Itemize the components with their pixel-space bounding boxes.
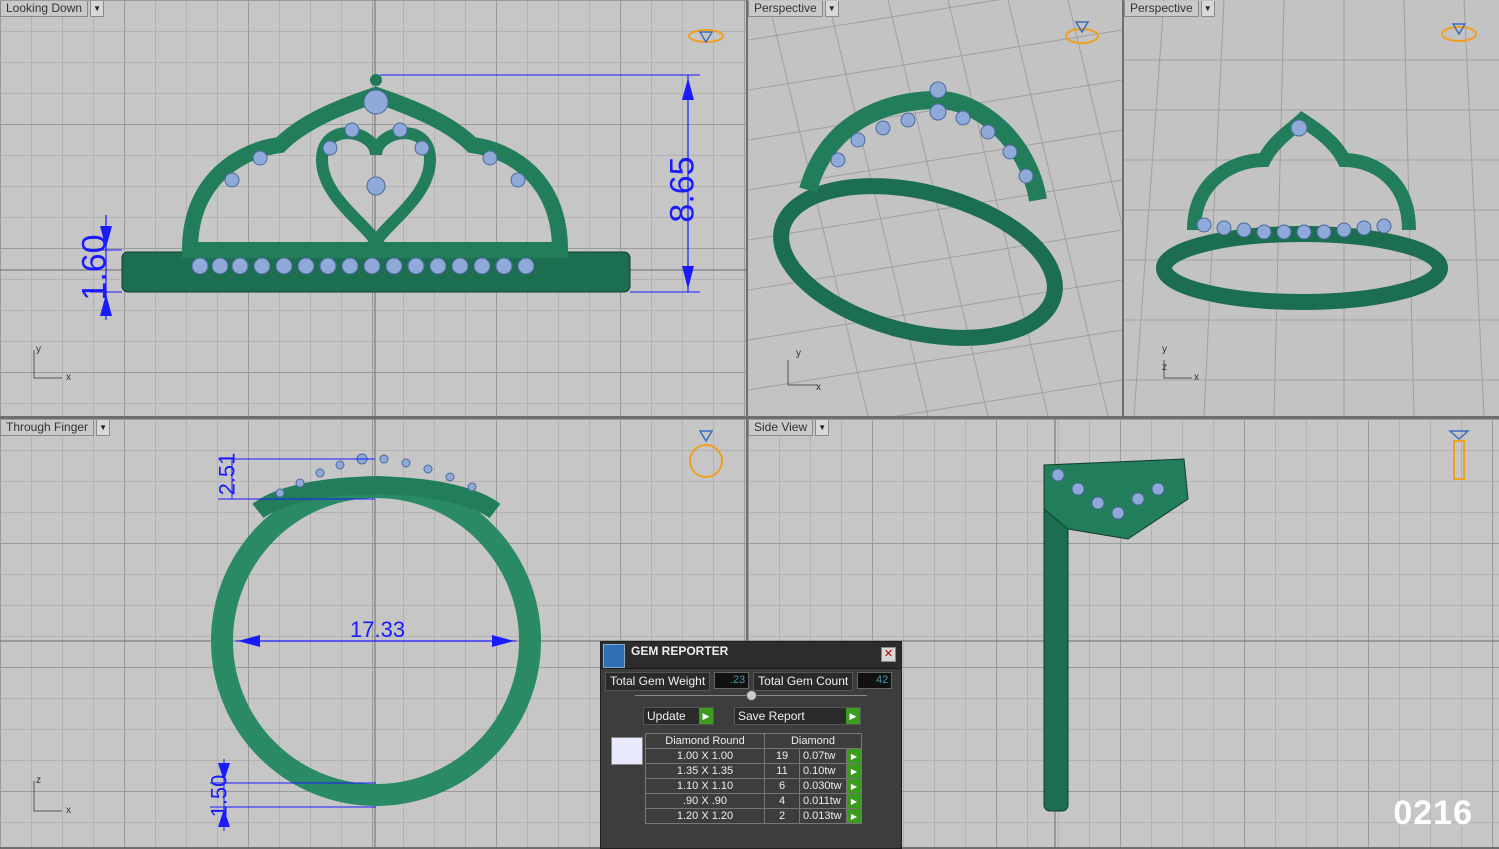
play-arrow-icon[interactable]: ▶ (846, 778, 862, 794)
total-gem-weight-value: .23 (714, 672, 750, 689)
viewport-label[interactable]: Perspective ▼ (1124, 0, 1215, 17)
axis-x-label: x (66, 805, 71, 816)
play-arrow-icon[interactable]: ▶ (846, 793, 862, 809)
total-gem-weight-label: Total Gem Weight (605, 672, 711, 691)
ring-perspective-render (748, 0, 1122, 416)
save-report-button[interactable]: Save Report ▶ (734, 707, 861, 725)
gem-size: 1.00 X 1.00 (645, 748, 765, 764)
viewport-label[interactable]: Through Finger ▼ (0, 419, 111, 436)
viewport-label[interactable]: Side View ▼ (748, 419, 830, 436)
gem-table: Diamond Round Diamond 1.00 X 1.00 19 0.0… (645, 733, 862, 824)
viewport-name: Perspective (1124, 0, 1199, 17)
chevron-down-icon[interactable]: ▼ (1200, 0, 1215, 17)
watermark: 0216 (1393, 794, 1473, 832)
table-row[interactable]: 1.35 X 1.35 11 0.10tw ▶ (645, 763, 862, 779)
dim-shank-thickness: 1.50 (206, 774, 232, 818)
viewport-name: Through Finger (0, 419, 95, 436)
play-arrow-icon[interactable]: ▶ (846, 708, 860, 724)
viewport-perspective-1[interactable]: Perspective ▼ y x (748, 0, 1122, 416)
gem-reporter-title: GEM REPORTER (631, 644, 729, 658)
viewport-label[interactable]: Looking Down ▼ (0, 0, 105, 17)
axis-y-label: y (36, 344, 41, 355)
dim-crown-height: 8.65 (663, 156, 702, 223)
col-header-material: Diamond (764, 733, 862, 749)
gem-count: 2 (764, 808, 800, 824)
axis-z-label: z (1162, 362, 1167, 373)
viewcube-icon[interactable] (686, 429, 726, 479)
gem-size: 1.35 X 1.35 (645, 763, 765, 779)
total-gem-count-value: 42 (857, 672, 893, 689)
dim-top-thickness: 2.51 (214, 452, 240, 496)
gem-reporter-logo-icon (603, 644, 625, 668)
gem-size: .90 X .90 (645, 793, 765, 809)
table-row[interactable]: 1.10 X 1.10 6 0.030tw ▶ (645, 778, 862, 794)
viewcube-icon[interactable] (686, 24, 726, 48)
viewcube-icon[interactable] (1448, 429, 1472, 483)
ring-front-render (0, 0, 746, 416)
viewport-label[interactable]: Perspective ▼ (748, 0, 839, 17)
gem-size: 1.20 X 1.20 (645, 808, 765, 824)
gem-reporter-slider-handle[interactable] (746, 690, 757, 701)
axis-x-label: x (66, 372, 71, 383)
total-gem-count-label: Total Gem Count (753, 672, 854, 691)
chevron-down-icon[interactable]: ▼ (815, 419, 830, 436)
viewcube-icon[interactable] (1062, 18, 1102, 48)
close-icon[interactable]: ✕ (881, 647, 896, 662)
col-header-shape: Diamond Round (645, 733, 765, 749)
update-button-label: Update (647, 709, 686, 723)
play-arrow-icon[interactable]: ▶ (846, 748, 862, 764)
play-arrow-icon[interactable]: ▶ (846, 808, 862, 824)
play-arrow-icon[interactable]: ▶ (699, 708, 713, 724)
gem-table-header: Diamond Round Diamond (645, 733, 862, 749)
chevron-down-icon[interactable]: ▼ (90, 0, 105, 17)
table-row[interactable]: 1.00 X 1.00 19 0.07tw ▶ (645, 748, 862, 764)
gem-weight: 0.030tw (799, 778, 847, 794)
table-row[interactable]: .90 X .90 4 0.011tw ▶ (645, 793, 862, 809)
gem-count: 6 (764, 778, 800, 794)
axis-z-label: z (36, 775, 41, 786)
dim-band-height: 1.60 (75, 234, 114, 301)
chevron-down-icon[interactable]: ▼ (824, 0, 839, 17)
gem-weight: 0.013tw (799, 808, 847, 824)
gem-count: 19 (764, 748, 800, 764)
diamond-round-gem-icon (611, 737, 643, 765)
gem-reporter-titlebar[interactable]: GEM REPORTER ✕ (601, 642, 901, 669)
viewport-name: Looking Down (0, 0, 89, 17)
axis-x-label: x (1194, 372, 1199, 383)
play-arrow-icon[interactable]: ▶ (846, 763, 862, 779)
gem-weight: 0.011tw (799, 793, 847, 809)
dim-inner-diameter: 17.33 (350, 617, 406, 642)
viewport-perspective-2[interactable]: Perspective ▼ y z x (1124, 0, 1499, 416)
chevron-down-icon[interactable]: ▼ (96, 419, 111, 436)
table-row[interactable]: 1.20 X 1.20 2 0.013tw ▶ (645, 808, 862, 824)
axis-y-label: y (796, 348, 801, 359)
viewport-looking-down[interactable]: Looking Down ▼ 8.65 1.60 y x (0, 0, 746, 416)
gem-count: 11 (764, 763, 800, 779)
update-button[interactable]: Update ▶ (643, 707, 714, 725)
save-report-button-label: Save Report (738, 709, 805, 723)
viewcube-icon[interactable] (1438, 18, 1480, 46)
gem-size: 1.10 X 1.10 (645, 778, 765, 794)
ring-perspective-front-render (1124, 0, 1499, 416)
viewport-name: Perspective (748, 0, 823, 17)
gem-weight: 0.10tw (799, 763, 847, 779)
viewport-name: Side View (748, 419, 814, 436)
gem-reporter-panel[interactable]: GEM REPORTER ✕ Total Gem Weight .23 Tota… (600, 641, 902, 849)
axis-y-label: y (1162, 344, 1167, 355)
gem-count: 4 (764, 793, 800, 809)
axis-x-label: x (816, 382, 821, 393)
gem-weight: 0.07tw (799, 748, 847, 764)
